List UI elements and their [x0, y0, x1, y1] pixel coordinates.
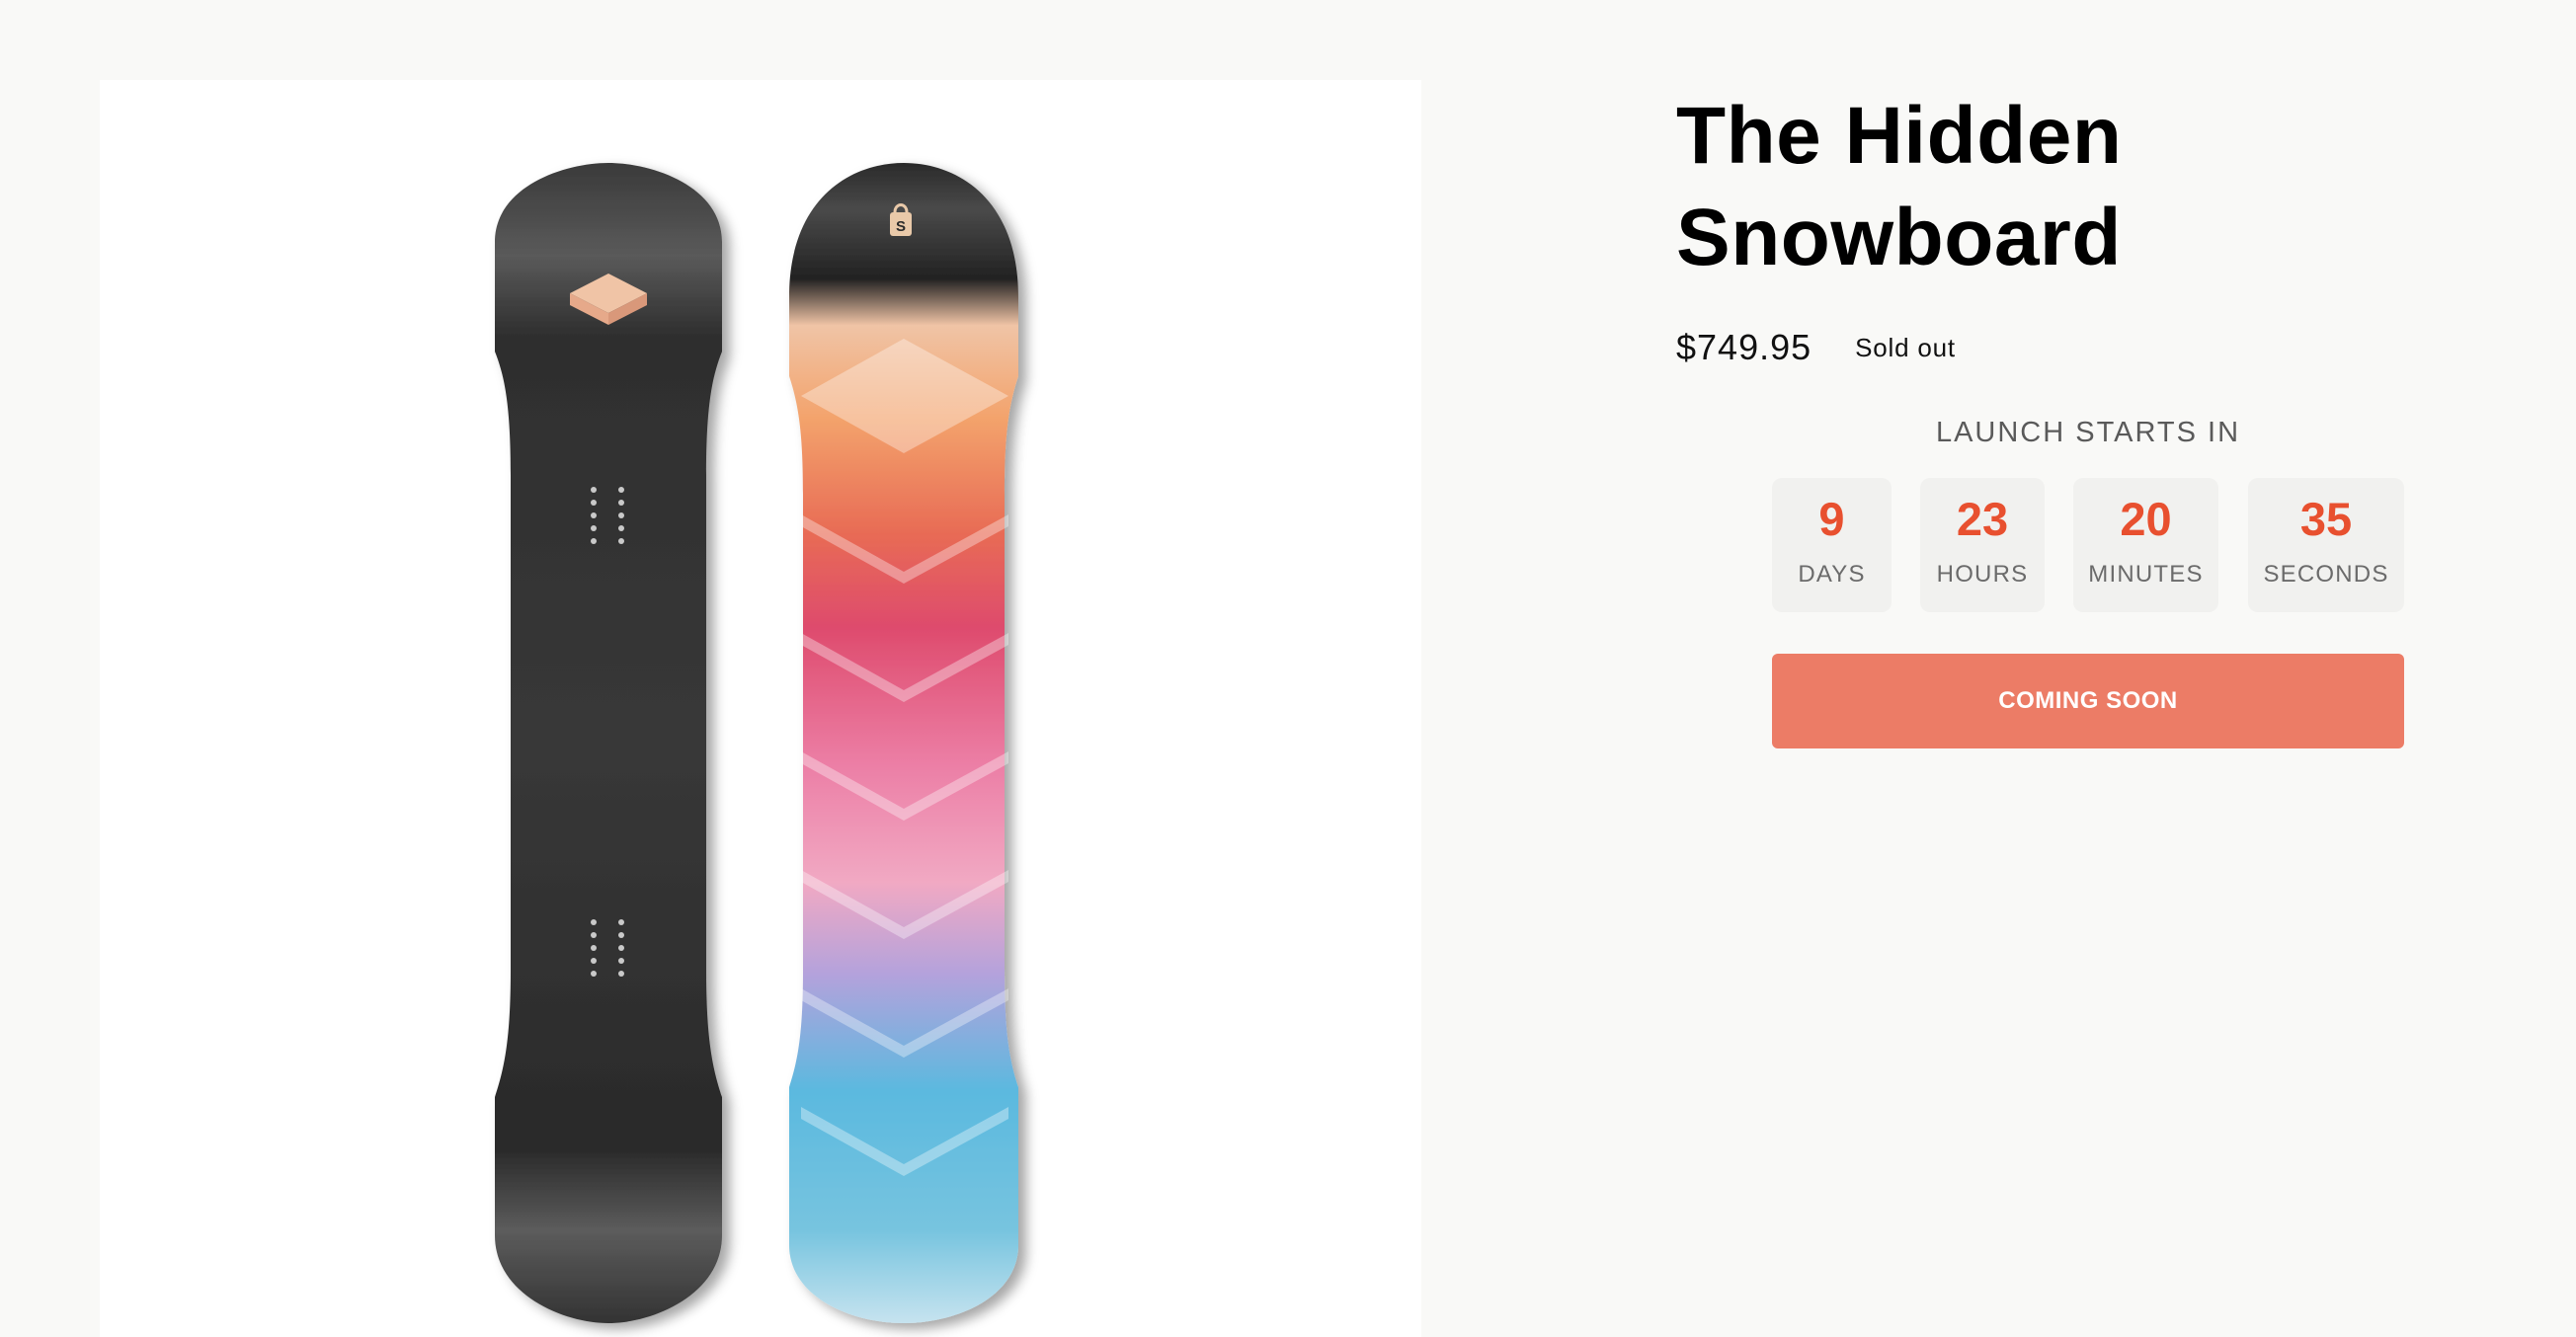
countdown-days: 9 DAYS — [1772, 478, 1892, 612]
product-price: $749.95 — [1676, 327, 1812, 367]
countdown-minutes-label: MINUTES — [2088, 561, 2204, 588]
product-image[interactable]: S — [100, 80, 1421, 1337]
price-row: $749.95 Sold out — [1676, 318, 1956, 377]
countdown-hours: 23 HOURS — [1920, 478, 2045, 612]
coming-soon-button[interactable]: COMING SOON — [1772, 654, 2404, 748]
svg-text:S: S — [896, 218, 906, 235]
snowboard-top: S — [789, 163, 1018, 1323]
product-media: S — [100, 80, 1421, 1337]
countdown-minutes-value: 20 — [2120, 493, 2172, 545]
product-title-line-1: The Hidden — [1676, 91, 2123, 181]
product-info: The Hidden Snowboard $749.95 Sold out LA… — [1676, 85, 2466, 748]
sold-out-badge: Sold out — [1855, 332, 1956, 362]
countdown-minutes: 20 MINUTES — [2073, 478, 2218, 612]
countdown-seconds-value: 35 — [2299, 493, 2353, 545]
countdown-seconds-label: SECONDS — [2263, 561, 2389, 588]
snowboard-base — [495, 163, 722, 1323]
launch-countdown: 9 DAYS 23 HOURS 20 MINUTES 35 SECONDS — [1772, 478, 2404, 612]
countdown-hours-label: HOURS — [1936, 561, 2029, 588]
countdown-days-value: 9 — [1818, 493, 1845, 545]
product-title: The Hidden Snowboard — [1676, 85, 2466, 288]
countdown-seconds: 35 SECONDS — [2248, 478, 2404, 612]
launch-heading: LAUNCH STARTS IN — [1935, 417, 2241, 448]
product-title-line-2: Snowboard — [1676, 193, 2122, 282]
countdown-days-label: DAYS — [1798, 561, 1866, 588]
countdown-hours-value: 23 — [1956, 493, 2009, 545]
